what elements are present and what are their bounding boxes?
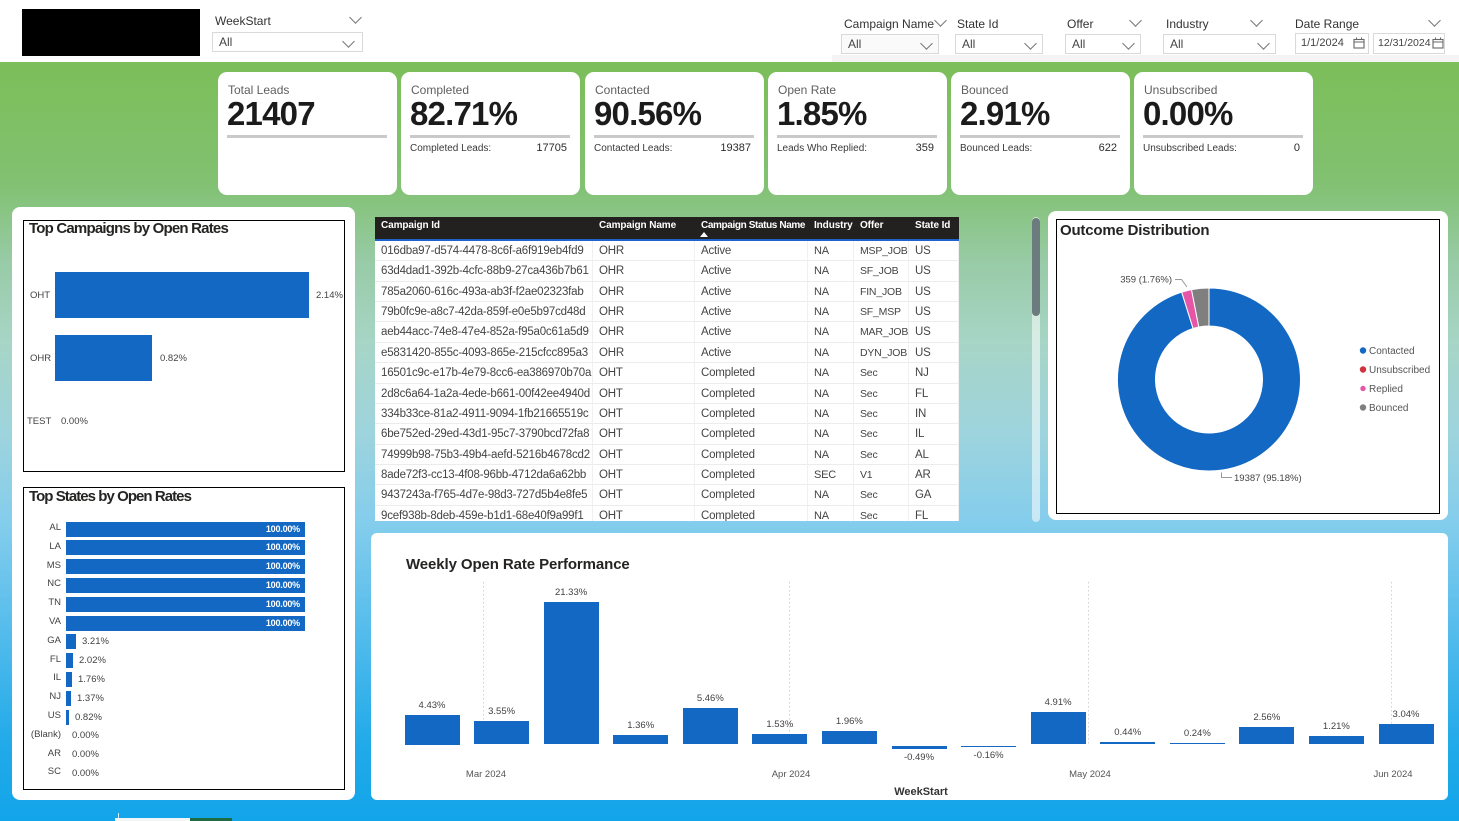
svg-text:Bounced: Bounced bbox=[1369, 403, 1408, 414]
svg-text:Unsubscribed: Unsubscribed bbox=[1369, 365, 1430, 376]
svg-text:19387 (95.18%): 19387 (95.18%) bbox=[1234, 473, 1302, 484]
svg-text:359 (1.76%): 359 (1.76%) bbox=[1120, 275, 1172, 286]
svg-text:Replied: Replied bbox=[1369, 384, 1403, 395]
svg-text:Contacted: Contacted bbox=[1369, 346, 1415, 357]
